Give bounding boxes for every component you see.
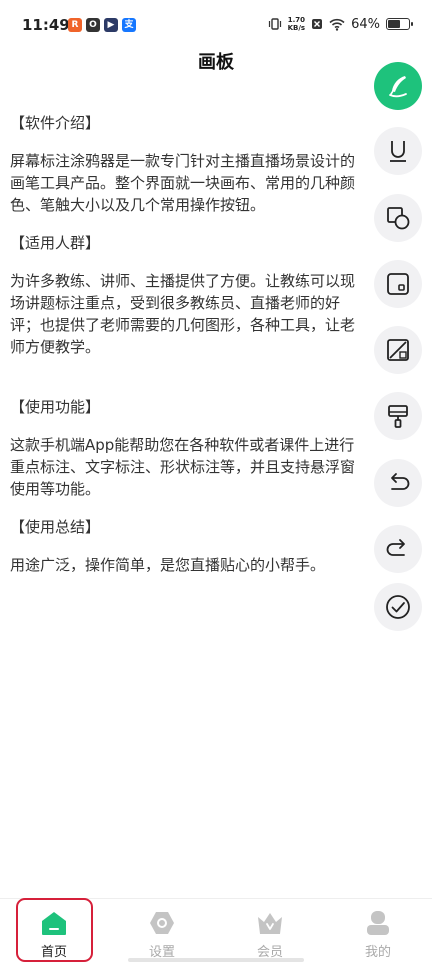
section-heading: 【软件介绍】 bbox=[10, 114, 101, 132]
check-circle-icon bbox=[386, 595, 410, 619]
eraser-box-icon bbox=[387, 339, 409, 361]
status-bar: 11:49 R O ▶ 支 1.70 KB/s 64% bbox=[0, 0, 432, 50]
rectangle-tool-button[interactable] bbox=[374, 260, 422, 308]
wifi-icon bbox=[329, 18, 345, 31]
redo-button[interactable] bbox=[374, 525, 422, 573]
fill-tool-button[interactable] bbox=[374, 392, 422, 440]
tab-member[interactable]: 会员 bbox=[216, 899, 324, 964]
section-heading: 【适用人群】 bbox=[10, 234, 101, 252]
page-title: 画板 bbox=[198, 52, 234, 73]
section-features: 【使用功能】 这款手机端App能帮助您在各种软件或者课件上进行重点标注、文字标注… bbox=[10, 396, 364, 500]
status-time: 11:49 bbox=[22, 16, 70, 34]
status-app-icons: R O ▶ 支 bbox=[68, 18, 136, 32]
network-speed: 1.70 KB/s bbox=[287, 16, 306, 32]
section-heading: 【使用功能】 bbox=[10, 398, 101, 416]
crown-icon bbox=[258, 913, 282, 934]
section-text: 这款手机端App能帮助您在各种软件或者课件上进行重点标注、文字标注、形状标注等，… bbox=[10, 436, 356, 498]
section-heading: 【使用总结】 bbox=[10, 518, 101, 536]
rectangle-dot-icon bbox=[387, 273, 409, 295]
redo-icon bbox=[386, 539, 405, 556]
battery-percent: 64% bbox=[351, 16, 380, 32]
app-badge-dark-icon: O bbox=[86, 18, 100, 32]
profile-icon bbox=[367, 911, 389, 935]
section-text: 屏幕标注涂鸦器是一款专门针对主播直播场景设计的画笔工具产品。整个界面就一块画布、… bbox=[10, 152, 356, 214]
app-badge-blue-icon: 支 bbox=[122, 18, 136, 32]
underline-icon bbox=[390, 141, 406, 162]
shapes-icon bbox=[387, 207, 410, 230]
content-area: 【软件介绍】 屏幕标注涂鸦器是一款专门针对主播直播场景设计的画笔工具产品。整个界… bbox=[10, 112, 364, 576]
section-intro: 【软件介绍】 屏幕标注涂鸦器是一款专门针对主播直播场景设计的画笔工具产品。整个界… bbox=[10, 112, 364, 216]
settings-icon bbox=[150, 912, 174, 934]
undo-button[interactable] bbox=[374, 459, 422, 507]
vibrate-icon bbox=[268, 18, 281, 30]
paint-roller-icon bbox=[388, 405, 408, 428]
section-audience: 【适用人群】 为许多教练、讲师、主播提供了方便。让教练可以现场讲题标注重点，受到… bbox=[10, 232, 364, 358]
pen-icon bbox=[389, 76, 407, 98]
tab-settings[interactable]: 设置 bbox=[108, 899, 216, 964]
no-sim-icon bbox=[312, 19, 323, 29]
undo-icon bbox=[391, 473, 410, 490]
app-badge-play-icon: ▶ bbox=[104, 18, 118, 32]
home-tab-highlight bbox=[16, 898, 93, 962]
shapes-tool-button[interactable] bbox=[374, 194, 422, 242]
battery-fill bbox=[388, 20, 401, 28]
tab-label: 我的 bbox=[364, 945, 391, 960]
tab-profile[interactable]: 我的 bbox=[324, 899, 432, 964]
app-badge-orange-icon: R bbox=[68, 18, 82, 32]
section-text: 为许多教练、讲师、主播提供了方便。让教练可以现场讲题标注重点，受到很多教练员、直… bbox=[10, 272, 356, 356]
home-indicator[interactable] bbox=[128, 958, 304, 962]
battery-icon bbox=[386, 18, 413, 30]
confirm-button[interactable] bbox=[374, 583, 422, 631]
pen-tool-button[interactable] bbox=[374, 62, 422, 110]
eraser-tool-button[interactable] bbox=[374, 326, 422, 374]
section-summary: 【使用总结】 用途广泛，操作简单，是您直播贴心的小帮手。 bbox=[10, 516, 364, 576]
underline-tool-button[interactable] bbox=[374, 127, 422, 175]
section-text: 用途广泛，操作简单，是您直播贴心的小帮手。 bbox=[10, 556, 326, 574]
status-indicators: 1.70 KB/s 64% bbox=[268, 16, 413, 32]
